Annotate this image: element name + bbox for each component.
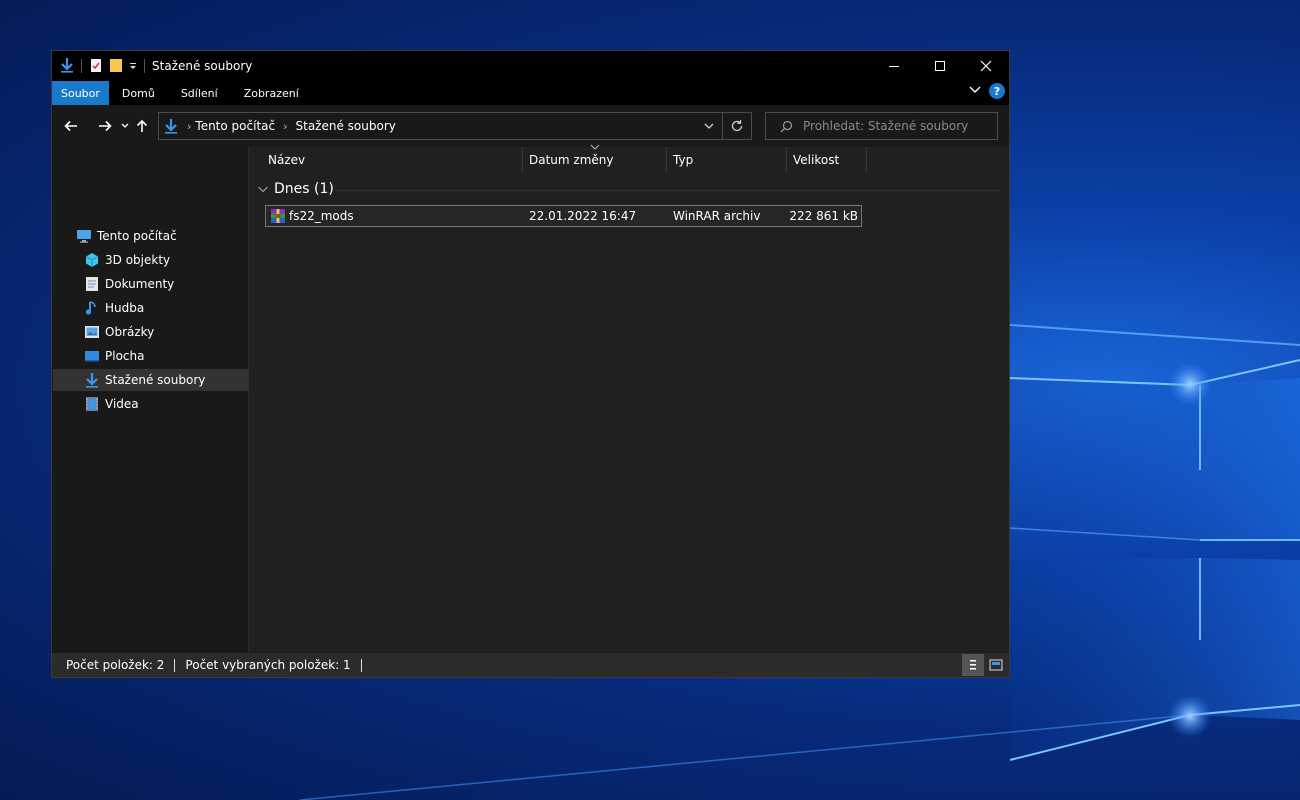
toolbar-separator xyxy=(144,59,145,73)
refresh-icon[interactable] xyxy=(730,119,744,133)
status-selected-count: Počet vybraných položek: 1 xyxy=(185,658,351,672)
column-divider[interactable] xyxy=(786,147,787,173)
file-row[interactable]: fs22_mods 22.01.2022 16:47 WinRAR archiv… xyxy=(265,205,862,227)
column-divider[interactable] xyxy=(666,147,667,173)
file-size: 222 861 kB xyxy=(789,209,858,223)
pc-icon xyxy=(76,228,92,244)
winrar-archive-icon xyxy=(270,206,286,226)
sidebar-item-label: Obrázky xyxy=(105,325,155,339)
help-icon[interactable]: ? xyxy=(989,83,1005,99)
videos-icon xyxy=(84,396,100,412)
file-explorer-window: Stažené soubory Soubor Domů Sdílení Zobr… xyxy=(51,50,1010,678)
sidebar-item-label: 3D objekty xyxy=(105,253,171,267)
status-separator xyxy=(360,658,362,672)
maximize-button[interactable] xyxy=(917,51,963,81)
expand-ribbon-icon[interactable] xyxy=(969,84,981,99)
tab-share[interactable]: Sdílení xyxy=(168,81,231,105)
sidebar-item-3d-objects[interactable]: 3D objekty xyxy=(53,249,278,271)
downloads-icon xyxy=(59,57,75,76)
status-item-count: Počet položek: 2 xyxy=(66,658,165,672)
sidebar-item-this-pc[interactable]: Tento počítač xyxy=(53,225,270,247)
status-separator xyxy=(174,658,176,672)
tab-file[interactable]: Soubor xyxy=(52,81,109,105)
collapse-group-icon[interactable] xyxy=(257,183,269,195)
properties-icon[interactable] xyxy=(88,57,104,76)
column-divider[interactable] xyxy=(522,147,523,173)
sidebar-item-label: Hudba xyxy=(105,301,145,315)
up-button[interactable] xyxy=(132,113,152,139)
file-date: 22.01.2022 16:47 xyxy=(529,209,637,223)
ribbon-tab-bar: Soubor Domů Sdílení Zobrazení ? xyxy=(52,81,1009,105)
column-divider[interactable] xyxy=(866,147,867,173)
tab-home[interactable]: Domů xyxy=(109,81,168,105)
sidebar-item-documents[interactable]: Dokumenty xyxy=(53,273,278,295)
downloads-icon xyxy=(163,118,179,134)
file-name: fs22_mods xyxy=(289,209,354,223)
file-list-pane: Název Datum změny Typ Velikost Dnes (1) xyxy=(249,144,1009,653)
group-label: Dnes (1) xyxy=(274,181,334,197)
documents-icon xyxy=(84,276,100,292)
toolbar-separator xyxy=(81,59,82,73)
sidebar-item-label: Stažené soubory xyxy=(105,373,206,387)
back-button[interactable] xyxy=(58,113,84,139)
breadcrumb-separator[interactable]: › xyxy=(187,120,191,133)
minimize-button[interactable] xyxy=(871,51,917,81)
sidebar-item-desktop[interactable]: Plocha xyxy=(53,345,278,367)
group-divider xyxy=(335,190,1001,191)
sidebar-item-label: Plocha xyxy=(105,349,145,363)
column-header-date[interactable]: Datum změny xyxy=(529,147,614,173)
desktop-icon xyxy=(84,348,100,364)
navigation-pane: Tento počítač 3D objekty Dokumenty Hudba xyxy=(52,147,278,653)
customize-toolbar-icon[interactable] xyxy=(128,57,138,76)
column-header-size[interactable]: Velikost xyxy=(793,147,839,173)
address-divider xyxy=(722,113,723,139)
column-header-name[interactable]: Název xyxy=(268,147,305,173)
search-placeholder: Prohledat: Stažené soubory xyxy=(803,119,969,133)
navigation-bar: › Tento počítač › Stažené soubory Prohle… xyxy=(52,105,1009,147)
breadcrumb-this-pc[interactable]: Tento počítač xyxy=(195,119,275,133)
sidebar-item-label: Videa xyxy=(105,397,139,411)
recent-locations-button[interactable] xyxy=(118,113,132,139)
new-folder-icon[interactable] xyxy=(108,57,124,76)
search-field[interactable]: Prohledat: Stažené soubory xyxy=(765,112,998,140)
quick-access-toolbar xyxy=(52,57,147,76)
window-title: Stažené soubory xyxy=(152,59,253,73)
3d-objects-icon xyxy=(84,252,100,268)
large-icons-view-button[interactable] xyxy=(985,654,1007,676)
sidebar-item-label: Tento počítač xyxy=(97,229,177,243)
forward-button[interactable] xyxy=(92,113,118,139)
search-icon xyxy=(780,120,793,133)
column-header-type[interactable]: Typ xyxy=(673,147,693,173)
tab-view[interactable]: Zobrazení xyxy=(231,81,312,105)
sidebar-item-videos[interactable]: Videa xyxy=(53,393,278,415)
address-bar[interactable]: › Tento počítač › Stažené soubory xyxy=(158,112,752,140)
sidebar-item-pictures[interactable]: Obrázky xyxy=(53,321,278,343)
close-button[interactable] xyxy=(963,51,1009,81)
sidebar-item-music[interactable]: Hudba xyxy=(53,297,278,319)
breadcrumb-separator[interactable]: › xyxy=(283,120,287,133)
downloads-icon xyxy=(84,372,100,388)
title-bar[interactable]: Stažené soubory xyxy=(52,51,1009,81)
breadcrumb-downloads[interactable]: Stažené soubory xyxy=(296,119,396,133)
status-bar: Počet položek: 2 Počet vybraných položek… xyxy=(52,653,1009,677)
file-type: WinRAR archiv xyxy=(673,209,761,223)
pictures-icon xyxy=(84,324,100,340)
sidebar-item-downloads[interactable]: Stažené soubory xyxy=(53,369,278,391)
address-history-icon[interactable] xyxy=(703,120,715,132)
group-header[interactable]: Dnes (1) xyxy=(257,181,334,197)
music-icon xyxy=(84,300,100,316)
sidebar-item-label: Dokumenty xyxy=(105,277,175,291)
details-view-button[interactable] xyxy=(962,654,984,676)
